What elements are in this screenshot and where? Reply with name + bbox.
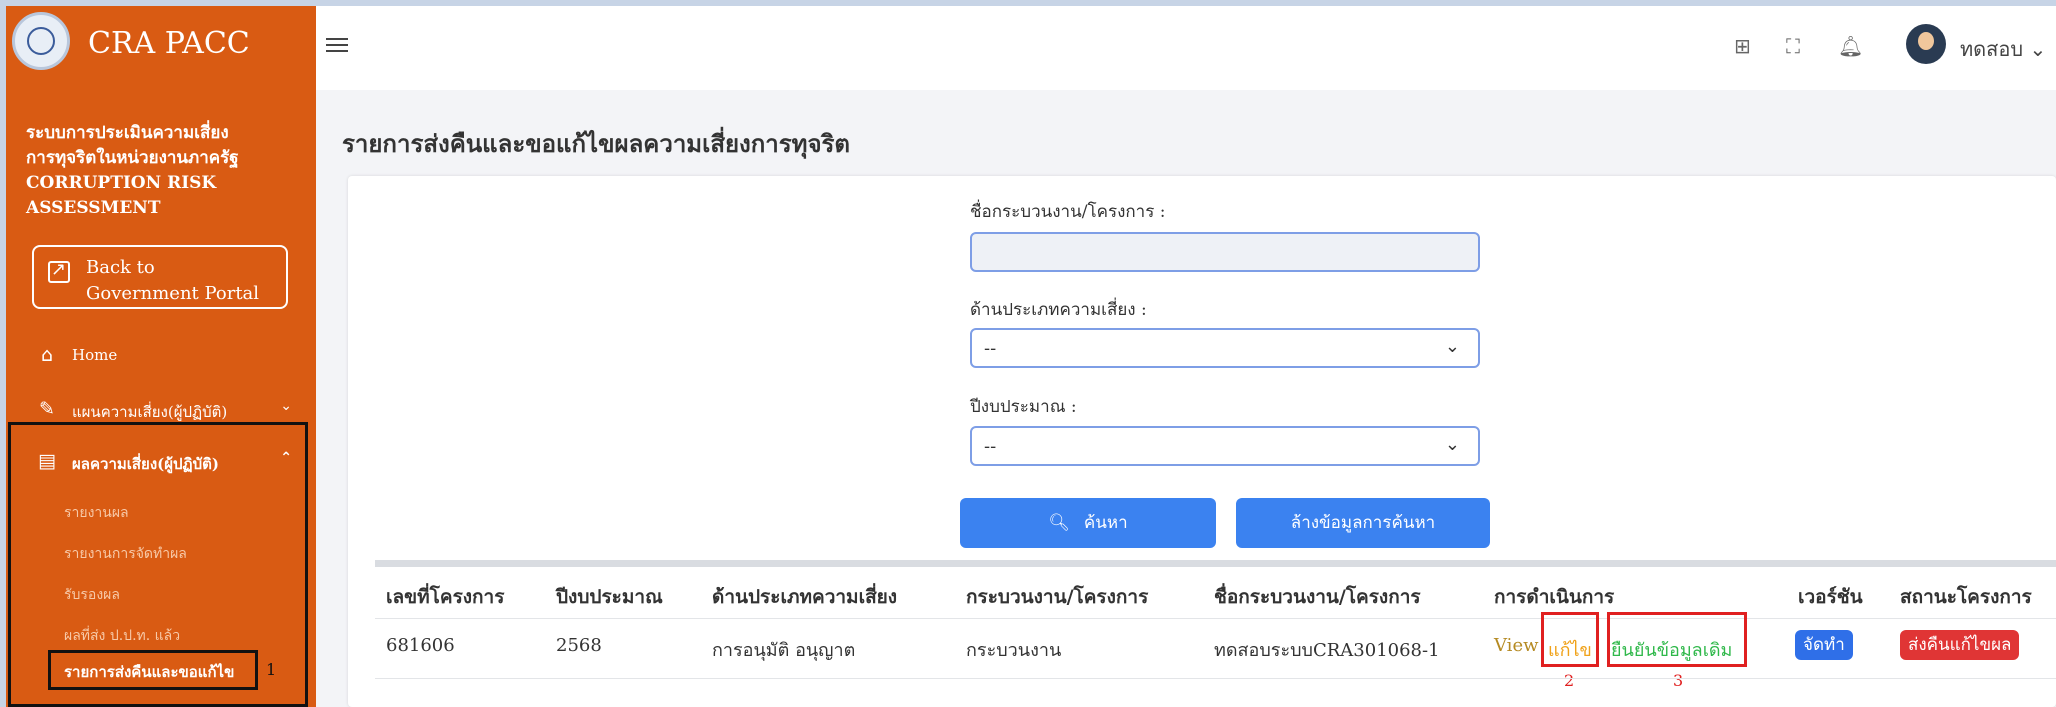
home-icon: ⌂ — [40, 344, 54, 366]
clear-search-button[interactable]: ล้างข้อมูลการค้นหา — [1236, 498, 1490, 548]
chevron-up-icon: ⌃ — [280, 450, 292, 466]
risk-type-select[interactable]: -- ⌄ — [970, 328, 1480, 368]
sidebar-item-label: ผลความเสี่ยง(ผู้ปฏิบัติ) — [72, 455, 219, 473]
highlight-box-edit — [1541, 612, 1599, 667]
version-badge: จัดทำ — [1795, 630, 1853, 660]
column-header-process-name[interactable]: ชื่อกระบวนงาน/โครงการ — [1214, 582, 1421, 612]
bell-icon[interactable]: 🔔︎ — [1838, 34, 1863, 58]
column-header-version[interactable]: เวอร์ชัน — [1798, 582, 1863, 612]
process-name-input[interactable] — [970, 232, 1480, 272]
user-menu[interactable]: ทดสอบ ⌄ — [1960, 33, 2046, 65]
search-button[interactable]: 🔍︎ ค้นหา — [960, 498, 1216, 548]
column-header-project-no[interactable]: เลขที่โครงการ — [386, 582, 504, 612]
cell-fiscal-year: 2568 — [556, 635, 602, 656]
chevron-down-icon: ⌄ — [1444, 336, 1460, 357]
external-link-icon — [48, 259, 70, 283]
fullscreen-icon[interactable]: ⛶ — [1786, 34, 1800, 58]
annotation-marker-1: 1 — [266, 660, 277, 679]
column-header-actions: การดำเนินการ — [1494, 586, 1615, 608]
sidebar-subitem-report-preparation[interactable]: รายงานการจัดทำผล — [64, 543, 187, 565]
sidebar-subitem-returned[interactable]: รายการส่งคืนและขอแก้ไข — [64, 660, 234, 684]
system-name: ระบบการประเมินความเสี่ยง การทุจริตในหน่ว… — [26, 121, 306, 221]
agency-logo — [12, 12, 70, 70]
process-name-label: ชื่อกระบวนงาน/โครงการ : — [970, 202, 1166, 222]
column-header-process[interactable]: กระบวนงาน/โครงการ — [966, 582, 1148, 612]
sidebar-subitem-certify[interactable]: รับรองผล — [64, 584, 120, 606]
brand-name: CRA PACC — [88, 26, 250, 61]
annotation-marker-2: 2 — [1564, 671, 1575, 690]
back-button-label: Back to Government Portal — [86, 257, 260, 304]
table-header-divider — [375, 618, 2056, 619]
search-icon: 🔍︎ — [1048, 513, 1070, 533]
edit-icon: ✎ — [39, 398, 55, 420]
status-badge: ส่งคืนแก้ไขผล — [1900, 630, 2020, 660]
fiscal-year-select[interactable]: -- ⌄ — [970, 426, 1480, 466]
sidebar-item-risk-result[interactable]: ▤ ผลความเสี่ยง(ผู้ปฏิบัติ) ⌃ — [26, 444, 316, 484]
table-scrollbar[interactable] — [375, 560, 2056, 567]
column-header-fiscal-year[interactable]: ปีงบประมาณ — [556, 582, 663, 612]
sidebar-subitem-sent[interactable]: ผลที่ส่ง ป.ป.ท. แล้ว — [64, 625, 180, 647]
document-icon: ▤ — [38, 450, 56, 472]
avatar[interactable] — [1906, 24, 1946, 64]
chevron-down-icon: ⌄ — [280, 398, 292, 414]
column-header-status[interactable]: สถานะโครงการ — [1900, 582, 2032, 612]
system-name-line: การทุจริตในหน่วยงานภาครัฐ — [26, 148, 239, 168]
top-bar: ⊞ ⛶ 🔔︎ ทดสอบ ⌄ — [316, 6, 2056, 90]
back-to-portal-button[interactable]: Back to Government Portal — [32, 245, 288, 309]
sidebar-item-label: แผนความเสี่ยง(ผู้ปฏิบัติ) — [72, 403, 228, 421]
apps-icon[interactable]: ⊞ — [1734, 34, 1751, 58]
view-link[interactable]: View — [1494, 635, 1539, 656]
highlight-box-confirm — [1607, 612, 1747, 667]
sidebar-item-label: Home — [72, 346, 118, 364]
cell-risk-type: การอนุมัติ อนุญาต — [712, 640, 856, 661]
annotation-marker-3: 3 — [1673, 671, 1684, 690]
table-row-divider — [375, 678, 2056, 679]
system-name-line: CORRUPTION RISK — [26, 173, 217, 193]
system-name-line: ระบบการประเมินความเสี่ยง — [26, 123, 229, 143]
sidebar-subitem-report[interactable]: รายงานผล — [64, 502, 129, 524]
fiscal-year-label: ปีงบประมาณ : — [970, 397, 1077, 417]
hamburger-icon[interactable] — [326, 34, 348, 54]
column-header-risk-type[interactable]: ด้านประเภทความเสี่ยง — [712, 582, 897, 612]
system-name-line: ASSESSMENT — [26, 198, 161, 218]
cell-process-name: ทดสอบระบบCRA301068-1 — [1214, 640, 1440, 661]
risk-type-label: ด้านประเภทความเสี่ยง : — [970, 300, 1147, 320]
chevron-down-icon: ⌄ — [1444, 434, 1460, 455]
cell-process: กระบวนงาน — [966, 640, 1062, 661]
cell-project-no: 681606 — [386, 635, 455, 656]
sidebar-item-home[interactable]: ⌂ Home — [26, 338, 316, 378]
page-title: รายการส่งคืนและขอแก้ไขผลความเสี่ยงการทุจ… — [342, 130, 851, 158]
